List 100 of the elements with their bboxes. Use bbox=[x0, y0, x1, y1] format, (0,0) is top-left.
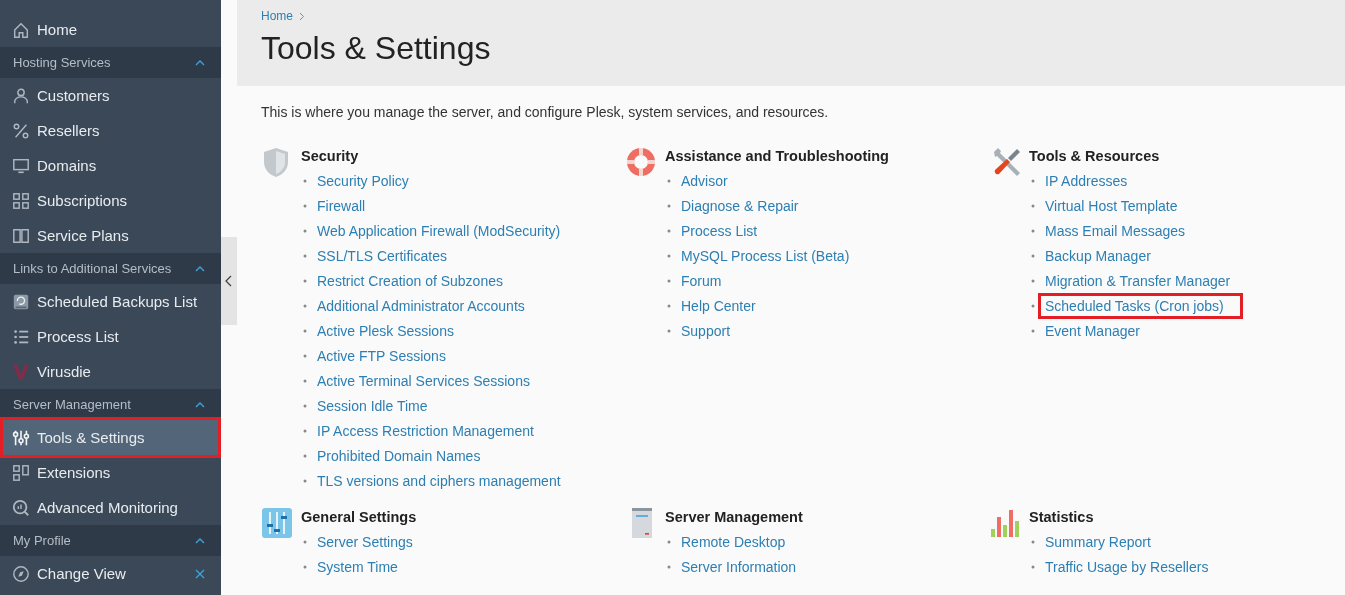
bullet-icon bbox=[303, 378, 307, 383]
link[interactable]: Diagnose & Repair bbox=[677, 195, 803, 216]
bullet-icon bbox=[667, 203, 671, 208]
sidebar-group-header[interactable]: My Profile bbox=[0, 525, 221, 556]
sidebar-item[interactable]: Domains bbox=[0, 148, 221, 183]
link[interactable]: Server Information bbox=[677, 556, 801, 577]
bullet-icon bbox=[303, 303, 307, 308]
sliders-icon bbox=[261, 507, 293, 539]
link[interactable]: MySQL Process List (Beta) bbox=[677, 245, 854, 266]
link[interactable]: Migration & Transfer Manager bbox=[1041, 270, 1235, 291]
link[interactable]: Active Terminal Services Sessions bbox=[313, 370, 534, 391]
sidebar-item[interactable]: Extensions bbox=[0, 455, 221, 490]
page-title: Tools & Settings bbox=[261, 30, 492, 67]
v-logo-icon bbox=[12, 362, 30, 381]
sidebar-item[interactable]: Scheduled Backups List bbox=[0, 284, 221, 319]
link[interactable]: TLS versions and ciphers management bbox=[313, 470, 565, 491]
sidebar-collapse-handle[interactable] bbox=[221, 237, 237, 325]
bullet-icon bbox=[303, 539, 307, 544]
link[interactable]: SSL/TLS Certificates bbox=[313, 245, 451, 266]
link[interactable]: Web Application Firewall (ModSecurity) bbox=[313, 220, 565, 241]
sidebar-item[interactable]: Tools & Settings bbox=[0, 417, 221, 458]
link[interactable]: Forum bbox=[677, 270, 726, 291]
chevron-right-icon bbox=[299, 11, 305, 21]
chevron-up-icon bbox=[195, 59, 205, 66]
link[interactable]: Virtual Host Template bbox=[1041, 195, 1182, 216]
sidebar-group-header[interactable]: Hosting Services bbox=[0, 47, 221, 78]
link[interactable]: Security Policy bbox=[313, 170, 413, 191]
link[interactable]: Mass Email Messages bbox=[1041, 220, 1190, 241]
person-icon bbox=[12, 86, 30, 105]
section-heading: Statistics bbox=[1029, 508, 1095, 527]
chevron-up-icon bbox=[195, 265, 205, 272]
sidebar-item[interactable]: Service Plans bbox=[0, 218, 221, 253]
chevron-left-icon bbox=[225, 275, 233, 287]
link[interactable]: IP Addresses bbox=[1041, 170, 1132, 191]
link[interactable]: Server Settings bbox=[313, 531, 417, 552]
compass-icon bbox=[12, 564, 30, 583]
percent-icon bbox=[12, 121, 30, 140]
bullet-icon bbox=[303, 428, 307, 433]
link[interactable]: Process List bbox=[677, 220, 762, 241]
bullet-icon bbox=[303, 178, 307, 183]
bullet-icon bbox=[303, 453, 307, 458]
bullet-icon bbox=[667, 328, 671, 333]
link[interactable]: Support bbox=[677, 320, 735, 341]
sliders-icon bbox=[12, 428, 30, 447]
section-heading: Assistance and Troubleshooting bbox=[665, 147, 889, 166]
bullet-icon bbox=[303, 353, 307, 358]
lifebuoy-icon bbox=[625, 146, 657, 178]
bar-chart-icon bbox=[989, 507, 1021, 539]
link[interactable]: Prohibited Domain Names bbox=[313, 445, 485, 466]
bullet-icon bbox=[667, 564, 671, 569]
sidebar-item[interactable]: Home bbox=[0, 12, 221, 47]
section-heading: Tools & Resources bbox=[1029, 147, 1161, 166]
link[interactable]: Additional Administrator Accounts bbox=[313, 295, 529, 316]
bullet-icon bbox=[303, 228, 307, 233]
checklist-icon bbox=[12, 327, 30, 346]
link[interactable]: Help Center bbox=[677, 295, 760, 316]
sidebar-item[interactable]: Advanced Monitoring bbox=[0, 490, 221, 525]
bullet-icon bbox=[303, 478, 307, 483]
page-description: This is where you manage the server, and configure Plesk, system services, and resources. bbox=[261, 104, 830, 120]
bullet-icon bbox=[667, 253, 671, 258]
section-heading: Server Management bbox=[665, 508, 803, 527]
link[interactable]: Summary Report bbox=[1041, 531, 1155, 552]
link[interactable]: Firewall bbox=[313, 195, 370, 216]
bullet-icon bbox=[1031, 564, 1035, 569]
link[interactable]: Scheduled Tasks (Cron jobs) bbox=[1041, 295, 1240, 316]
magnifier-icon bbox=[12, 498, 30, 517]
link[interactable]: Session Idle Time bbox=[313, 395, 432, 416]
bullet-icon bbox=[303, 253, 307, 258]
sidebar-item[interactable]: Process List bbox=[0, 319, 221, 354]
chevron-up-icon bbox=[195, 401, 205, 408]
link[interactable]: IP Access Restriction Management bbox=[313, 420, 538, 441]
sidebar-item[interactable]: Change View bbox=[0, 556, 221, 591]
section-heading: Security bbox=[301, 147, 360, 166]
link[interactable]: Traffic Usage by Resellers bbox=[1041, 556, 1213, 577]
chevron-up-icon bbox=[195, 537, 205, 544]
link[interactable]: Event Manager bbox=[1041, 320, 1144, 341]
link[interactable]: Active FTP Sessions bbox=[313, 345, 450, 366]
link[interactable]: System Time bbox=[313, 556, 402, 577]
sidebar-item[interactable]: Subscriptions bbox=[0, 183, 221, 218]
link[interactable]: Restrict Creation of Subzones bbox=[313, 270, 507, 291]
link[interactable]: Remote Desktop bbox=[677, 531, 790, 552]
link[interactable]: Active Plesk Sessions bbox=[313, 320, 458, 341]
monitor-icon bbox=[12, 156, 30, 175]
close-icon[interactable] bbox=[195, 568, 205, 579]
bullet-icon bbox=[1031, 278, 1035, 283]
bullet-icon bbox=[1031, 228, 1035, 233]
sidebar-item[interactable]: Customers bbox=[0, 78, 221, 113]
bullet-icon bbox=[1031, 539, 1035, 544]
link[interactable]: Backup Manager bbox=[1041, 245, 1155, 266]
link[interactable]: Advisor bbox=[677, 170, 732, 191]
breadcrumb-link[interactable]: Home bbox=[261, 9, 293, 23]
backup-icon bbox=[12, 292, 30, 311]
sidebar-item[interactable]: Resellers bbox=[0, 113, 221, 148]
book-icon bbox=[12, 226, 30, 245]
bullet-icon bbox=[303, 278, 307, 283]
sidebar-item[interactable]: Virusdie bbox=[0, 354, 221, 389]
sidebar-group-header[interactable]: Links to Additional Services bbox=[0, 253, 221, 284]
bullet-icon bbox=[1031, 253, 1035, 258]
grid-icon bbox=[12, 191, 30, 210]
bullet-icon bbox=[1031, 203, 1035, 208]
